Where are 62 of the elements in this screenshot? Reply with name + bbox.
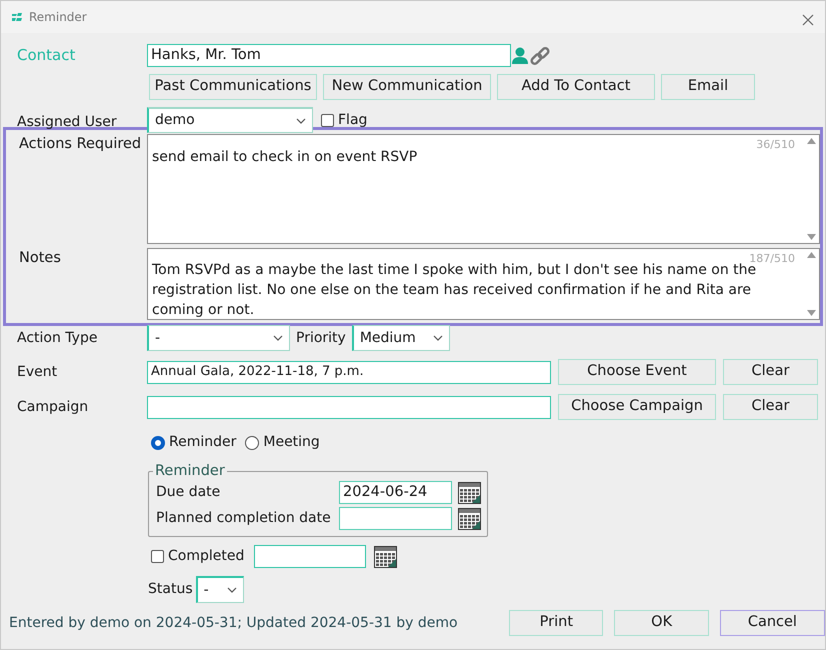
button[interactable]: Cancel (720, 610, 825, 636)
field-label: Due date (156, 483, 222, 502)
event-field[interactable]: Annual Gala, 2022-11-18, 7 p.m. (147, 360, 551, 384)
text-area[interactable]: send email to check in on event RSVP 36/510 (147, 134, 820, 244)
priority-dropdown[interactable]: Medium (352, 325, 450, 351)
button[interactable]: Choose Event (558, 359, 716, 385)
status-dropdown[interactable]: - (196, 576, 244, 603)
checkbox[interactable] (321, 114, 334, 126)
calendar-icon[interactable] (458, 508, 481, 530)
button[interactable]: Email (661, 74, 755, 100)
dropdown-caret-icon (273, 335, 283, 341)
character-counter: 187/510 (749, 251, 795, 265)
button[interactable]: New Communication (323, 74, 491, 100)
person-icon[interactable] (511, 46, 529, 64)
radio-label: Meeting (263, 433, 320, 452)
field-label: Event (17, 362, 58, 382)
campaign-field[interactable] (147, 396, 551, 418)
button[interactable]: Print (509, 610, 604, 636)
field-label: Notes (19, 249, 62, 268)
field-label: Campaign (17, 398, 90, 416)
button[interactable]: Add To Contact (497, 74, 655, 100)
field-label: Priority (296, 328, 346, 348)
dropdown-caret-icon (296, 118, 306, 124)
radio-label: Reminder (169, 433, 236, 452)
button[interactable]: Clear (723, 394, 818, 420)
assigned-user-dropdown[interactable]: demo (147, 107, 313, 133)
button[interactable]: Clear (723, 359, 818, 385)
field-label: Assigned User (17, 113, 118, 132)
scroll-up-icon[interactable] (806, 138, 816, 144)
contact-field[interactable]: Hanks, Mr. Tom (147, 44, 511, 67)
link-icon[interactable] (529, 44, 551, 66)
dropdown-caret-icon (226, 587, 237, 593)
app-logo-icon (11, 12, 23, 22)
text-area-value: send email to check in on event RSVP (152, 149, 418, 165)
scroll-up-icon[interactable] (806, 252, 816, 258)
status-text: Entered by demo on 2024-05-31; Updated 2024-05-31 by demo (9, 614, 459, 632)
calendar-icon[interactable] (458, 482, 481, 504)
date-field[interactable] (339, 507, 452, 530)
field-label: Planned completion date (156, 509, 332, 528)
calendar-icon[interactable] (374, 546, 398, 568)
field-label: Action Type (17, 328, 98, 348)
button[interactable]: Choose Campaign (558, 394, 716, 420)
close-icon (802, 14, 814, 26)
button[interactable]: Past Communications (149, 74, 317, 100)
scroll-down-icon[interactable] (806, 310, 816, 316)
checkbox-label: Flag (338, 110, 368, 130)
date-field[interactable] (254, 545, 366, 568)
field-label: Actions Required (19, 135, 142, 154)
character-counter: 36/510 (756, 137, 795, 153)
checkbox-label: Completed (168, 547, 244, 566)
dropdown-caret-icon (432, 335, 443, 341)
radio-button[interactable] (151, 436, 165, 450)
window-title: Reminder (29, 9, 87, 26)
field-label: Status (148, 580, 193, 599)
radio-button[interactable] (245, 436, 260, 450)
scroll-down-icon[interactable] (806, 234, 816, 240)
checkbox[interactable] (151, 550, 164, 563)
date-field[interactable]: 2024-06-24 (339, 481, 452, 504)
button[interactable]: OK (614, 610, 709, 636)
text-area-value: Tom RSVPd as a maybe the last time I spoke with him, but I don't see his name on the registration list. No one else on the team has received confirmation if he and Rita are coming or not. (152, 262, 756, 318)
text-area[interactable]: Tom RSVPd as a maybe the last time I spoke with him, but I don't see his name on the registration list. No one else on the team has received confirmation if he and Rita are coming or not. 187/510 (147, 248, 820, 320)
action-type-dropdown[interactable]: - (147, 325, 290, 351)
